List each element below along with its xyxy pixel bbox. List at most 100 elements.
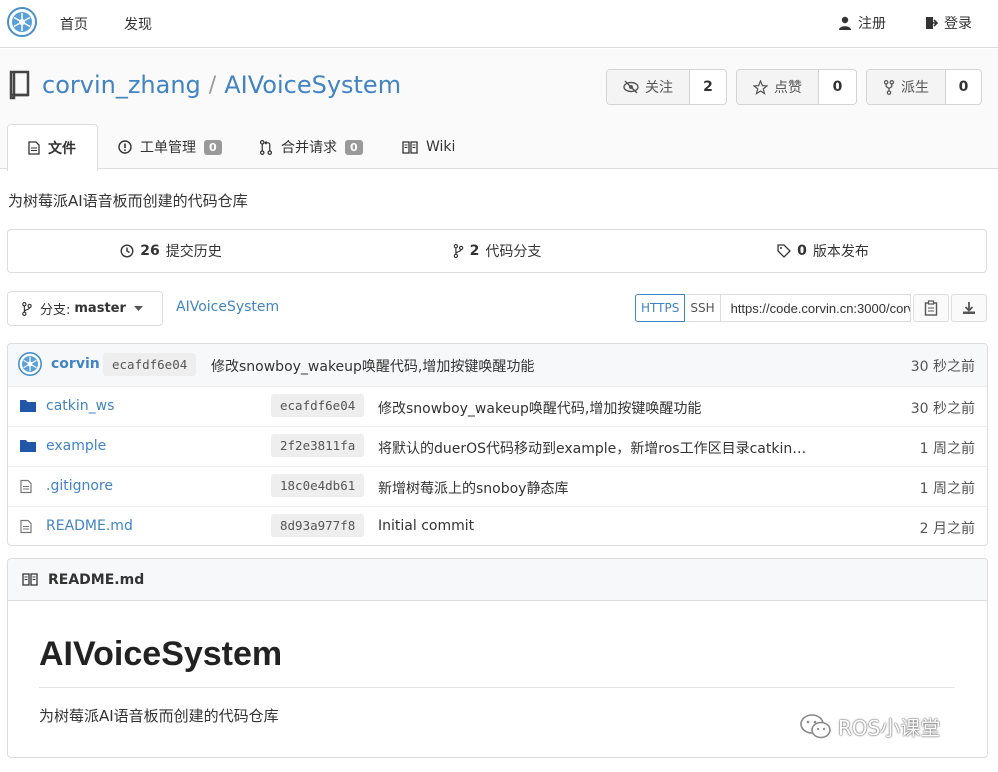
watermark: ROS小课堂	[800, 712, 940, 741]
file-name-link[interactable]: example	[46, 438, 106, 454]
book-open-icon	[402, 140, 418, 154]
file-age: 1 周之前	[919, 481, 975, 497]
tab-issues-label: 工单管理	[140, 140, 196, 156]
file-age: 30 秒之前	[910, 401, 975, 417]
repo-title: corvin_zhang / AIVoiceSystem	[8, 70, 401, 100]
commit-sha-link[interactable]: ecafdf6e04	[103, 353, 197, 376]
breadcrumb-repo-link[interactable]: AIVoiceSystem	[176, 299, 279, 315]
git-pull-request-icon	[259, 139, 273, 155]
file-commit-message[interactable]: 修改snowboy_wakeup唤醒代码,增加按键唤醒功能	[378, 398, 701, 418]
fork-icon	[883, 79, 895, 95]
login-link[interactable]: 登录	[924, 13, 972, 33]
readme-divider	[39, 687, 955, 688]
commits-label: 提交历史	[165, 244, 222, 260]
tab-pulls-label: 合并请求	[281, 140, 337, 156]
tab-wiki-label: Wiki	[426, 139, 456, 155]
releases-link[interactable]: 0 版本发布	[660, 230, 986, 272]
file-text-icon	[28, 141, 40, 155]
repo-owner-link[interactable]: corvin_zhang	[42, 71, 201, 99]
star-icon	[753, 79, 768, 95]
fork-count[interactable]: 0	[946, 70, 981, 104]
clipboard-icon	[924, 300, 938, 316]
pulls-count-badge: 0	[345, 139, 363, 155]
watermark-text: ROS小课堂	[838, 716, 941, 740]
file-name-link[interactable]: catkin_ws	[46, 398, 114, 414]
branches-link[interactable]: 2 代码分支	[334, 230, 660, 272]
repo-description: 为树莓派AI语音板而创建的代码仓库	[8, 192, 248, 210]
top-navbar: 首页 发现 注册 登录	[0, 0, 998, 48]
fork-button[interactable]: 派生 0	[866, 69, 982, 105]
tab-pull-requests[interactable]: 合并请求 0	[259, 124, 363, 170]
file-sha-link[interactable]: 18c0e4db61	[271, 474, 365, 497]
latest-commit-row: corvin ecafdf6e04 修改snowboy_wakeup唤醒代码,增…	[8, 344, 987, 386]
wechat-icon	[800, 713, 831, 738]
star-button[interactable]: 点赞 0	[736, 69, 857, 105]
eye-slash-icon	[623, 80, 639, 94]
repo-summary-bar: 26 提交历史 2 代码分支 0 版本发布	[7, 229, 987, 273]
repo-name-link[interactable]: AIVoiceSystem	[224, 71, 401, 99]
git-branch-icon	[22, 301, 32, 316]
tab-files[interactable]: 文件	[7, 124, 98, 171]
watch-label: 关注	[645, 80, 673, 96]
nav-explore-link[interactable]: 发现	[124, 14, 152, 34]
issues-count-badge: 0	[204, 139, 222, 155]
table-row: .gitignore 18c0e4db61 新增树莓派上的snoboy静态库 1…	[8, 466, 987, 506]
releases-count: 0	[797, 243, 807, 259]
book-icon	[9, 70, 30, 100]
star-label: 点赞	[774, 80, 802, 96]
register-link[interactable]: 注册	[838, 13, 886, 33]
tab-wiki[interactable]: Wiki	[402, 124, 455, 170]
nav-home-link[interactable]: 首页	[60, 14, 88, 34]
table-row: catkin_ws ecafdf6e04 修改snowboy_wakeup唤醒代…	[8, 386, 987, 426]
watch-count[interactable]: 2	[690, 70, 726, 104]
file-name-link[interactable]: README.md	[46, 518, 133, 534]
file-text-icon	[20, 479, 32, 494]
readme-heading: AIVoiceSystem	[39, 635, 283, 673]
tag-icon	[777, 244, 792, 258]
clone-ssh-button[interactable]: SSH	[685, 294, 721, 322]
clone-url-input[interactable]: https://code.corvin.cn:3000/corvin_zhang…	[720, 294, 911, 322]
star-count[interactable]: 0	[819, 70, 856, 104]
file-sha-link[interactable]: ecafdf6e04	[271, 394, 365, 417]
file-sha-link[interactable]: 8d93a977f8	[271, 514, 365, 537]
file-sha-link[interactable]: 2f2e3811fa	[271, 434, 365, 457]
clone-url-group: HTTPS SSH https://code.corvin.cn:3000/co…	[635, 294, 911, 322]
repo-separator: /	[208, 72, 217, 98]
branch-value: master	[74, 301, 126, 316]
download-icon	[963, 302, 975, 314]
readme-header: README.md	[8, 559, 987, 601]
register-label: 注册	[858, 16, 886, 32]
folder-icon	[20, 440, 36, 452]
commit-age: 30 秒之前	[910, 359, 975, 375]
gogs-logo-icon[interactable]	[7, 7, 37, 37]
tab-issues[interactable]: 工单管理 0	[118, 124, 222, 170]
file-name-link[interactable]: .gitignore	[46, 478, 113, 494]
readme-body: 为树莓派AI语音板而创建的代码仓库	[39, 707, 279, 725]
commit-message[interactable]: 修改snowboy_wakeup唤醒代码,增加按键唤醒功能	[211, 356, 534, 376]
git-branch-icon	[453, 244, 463, 258]
file-commit-message[interactable]: 新增树莓派上的snoboy静态库	[378, 478, 568, 498]
fork-label: 派生	[901, 80, 929, 96]
file-age: 2 月之前	[919, 521, 975, 537]
commits-link[interactable]: 26 提交历史	[8, 230, 334, 272]
commit-author-link[interactable]: corvin	[51, 356, 100, 372]
branch-dropdown[interactable]: 分支: master	[7, 291, 163, 326]
file-commit-message[interactable]: Initial commit	[378, 518, 474, 534]
readme-filename: README.md	[48, 571, 145, 588]
issue-opened-icon	[118, 140, 132, 154]
avatar[interactable]	[18, 352, 42, 376]
tab-files-label: 文件	[48, 141, 76, 157]
clone-https-button[interactable]: HTTPS	[635, 294, 686, 322]
history-icon	[120, 244, 134, 258]
branches-label: 代码分支	[485, 244, 542, 260]
copy-url-button[interactable]	[913, 294, 949, 322]
login-label: 登录	[944, 16, 972, 32]
watch-button[interactable]: 关注 2	[606, 69, 727, 105]
branches-count: 2	[469, 243, 480, 259]
caret-down-icon	[133, 305, 143, 311]
download-button[interactable]	[951, 294, 987, 322]
table-row: README.md 8d93a977f8 Initial commit 2 月之…	[8, 506, 987, 545]
file-commit-message[interactable]: 将默认的duerOS代码移动到example，新增ros工作区目录catkin…	[378, 438, 806, 458]
table-row: example 2f2e3811fa 将默认的duerOS代码移动到exampl…	[8, 426, 987, 466]
file-text-icon	[20, 519, 32, 534]
